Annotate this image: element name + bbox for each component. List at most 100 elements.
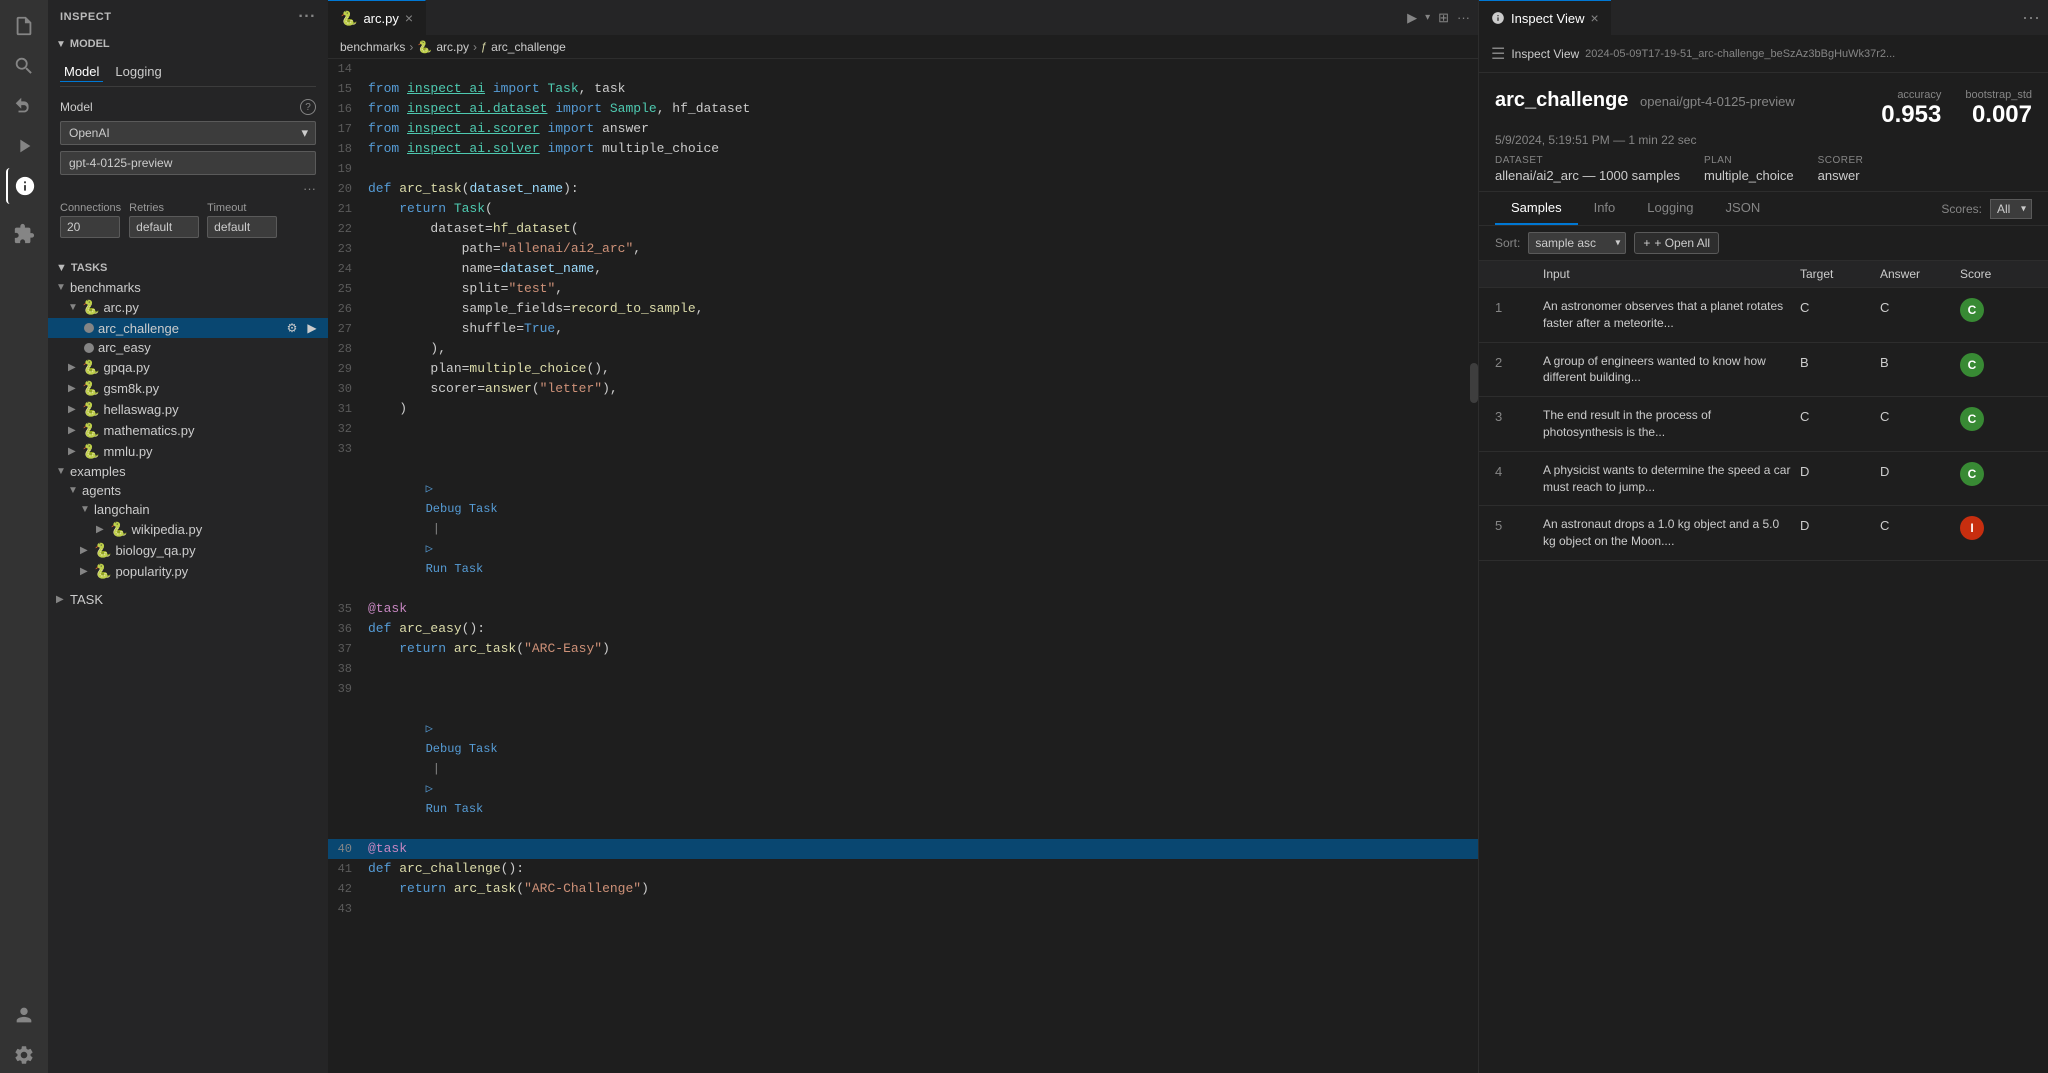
code-line-26: 26 sample_fields=record_to_sample, (328, 299, 1478, 319)
row-score-4: C (1960, 462, 2032, 486)
scores-select-wrapper: All (1990, 199, 2032, 219)
model-info-icon[interactable]: ? (300, 99, 316, 115)
row-input-1: An astronomer observes that a planet rot… (1543, 298, 1800, 332)
inspect-menu-icon[interactable]: ☰ (1491, 44, 1505, 64)
examples-chevron: ▼ (56, 466, 68, 477)
line-num-44: 43 (328, 899, 368, 919)
code-editor[interactable]: 14 15 from inspect_ai import Task, task … (328, 59, 1478, 1073)
tab-arc-py[interactable]: 🐍 arc.py × (328, 0, 426, 36)
wikipedia-chevron: ▶ (96, 524, 108, 535)
table-row[interactable]: 3 The end result in the process of photo… (1479, 397, 2048, 452)
result-tab-logging[interactable]: Logging (1631, 192, 1709, 225)
config-section-title[interactable]: ▼ Model (48, 34, 328, 54)
sidebar-header: INSPECT ··· (48, 0, 328, 34)
connections-row: Connections Retries Timeout (60, 202, 316, 238)
sidebar-item-arc-py[interactable]: ▼ 🐍 arc.py (48, 297, 328, 318)
line-num-15: 15 (328, 79, 368, 99)
code-line-38: 38 (328, 659, 1478, 679)
sidebar-item-examples[interactable]: ▼ examples (48, 462, 328, 481)
line-num-16: 16 (328, 99, 368, 119)
inspect-view-close-icon[interactable]: × (1590, 10, 1598, 26)
breadcrumb-arc-challenge[interactable]: arc_challenge (491, 40, 566, 54)
scores-select[interactable]: All (1990, 199, 2032, 219)
debug-task-link-1[interactable]: Debug Task (426, 502, 498, 516)
line-content-25: split="test", (368, 279, 1462, 299)
sidebar-item-task[interactable]: ▶ TASK (48, 590, 328, 609)
account-icon[interactable] (6, 997, 42, 1033)
sidebar-item-gsm8k[interactable]: ▶ 🐍 gsm8k.py (48, 378, 328, 399)
arc-challenge-config-icon[interactable]: ⚙ (284, 320, 300, 336)
more-dots-icon[interactable]: ··· (303, 181, 316, 196)
table-row[interactable]: 2 A group of engineers wanted to know ho… (1479, 343, 2048, 398)
arc-py-close-icon[interactable]: × (405, 10, 413, 26)
extensions-icon[interactable] (6, 216, 42, 252)
arc-challenge-run-icon[interactable]: ▶ (304, 320, 320, 336)
gpqa-file-icon: 🐍 (82, 359, 99, 376)
model-provider-select[interactable]: OpenAI Anthropic (60, 121, 316, 145)
run-dropdown-icon[interactable]: ▾ (1425, 12, 1430, 23)
table-row[interactable]: 4 A physicist wants to determine the spe… (1479, 452, 2048, 507)
connections-input[interactable] (60, 216, 120, 238)
result-tab-samples[interactable]: Samples (1495, 192, 1578, 225)
breadcrumb-benchmarks[interactable]: benchmarks (340, 40, 405, 54)
line-content-29: plan=multiple_choice(), (368, 359, 1462, 379)
search-icon[interactable] (6, 48, 42, 84)
sidebar-item-hellaswag[interactable]: ▶ 🐍 hellaswag.py (48, 399, 328, 420)
tab-logging[interactable]: Logging (111, 62, 165, 82)
retries-input[interactable] (129, 216, 199, 238)
inspect-view-icon (1491, 11, 1505, 25)
sidebar-item-mathematics[interactable]: ▶ 🐍 mathematics.py (48, 420, 328, 441)
sidebar: INSPECT ··· ▼ Model Model Logging Model … (48, 0, 328, 1073)
tab-model[interactable]: Model (60, 62, 103, 82)
sidebar-item-agents[interactable]: ▼ agents (48, 481, 328, 500)
info-icon[interactable] (6, 168, 42, 204)
timeout-group: Timeout (207, 202, 277, 238)
table-row[interactable]: 1 An astronomer observes that a planet r… (1479, 288, 2048, 343)
line-content-26: sample_fields=record_to_sample, (368, 299, 1462, 319)
sidebar-item-wikipedia[interactable]: ▶ 🐍 wikipedia.py (48, 519, 328, 540)
popularity-file-icon: 🐍 (94, 563, 111, 580)
result-tab-info[interactable]: Info (1578, 192, 1632, 225)
debug-task-link-2[interactable]: Debug Task (426, 742, 498, 756)
inspect-tab-more[interactable]: ··· (2022, 7, 2048, 28)
source-control-icon[interactable] (6, 88, 42, 124)
timeout-input[interactable] (207, 216, 277, 238)
line-content-35: @task (368, 599, 1462, 619)
bootstrap-value: 0.007 (1972, 101, 2032, 129)
sidebar-item-biology-qa[interactable]: ▶ 🐍 biology_qa.py (48, 540, 328, 561)
code-line-20: 20 def arc_task(dataset_name): (328, 179, 1478, 199)
editor-tab-actions: ▶ ▾ ⊞ ··· (1407, 10, 1478, 26)
sidebar-item-popularity[interactable]: ▶ 🐍 popularity.py (48, 561, 328, 582)
hellaswag-label: hellaswag.py (103, 402, 178, 417)
open-all-button[interactable]: + + Open All (1634, 232, 1719, 254)
model-provider-select-wrapper: OpenAI Anthropic (60, 121, 316, 145)
arc-challenge-actions: ⚙ ▶ (284, 320, 320, 336)
sidebar-item-arc-challenge[interactable]: arc_challenge ⚙ ▶ (48, 318, 328, 338)
sort-select[interactable]: sample asc sample desc score asc score d… (1528, 232, 1626, 254)
split-editor-icon[interactable]: ⊞ (1438, 10, 1449, 26)
sidebar-item-benchmarks[interactable]: ▼ benchmarks (48, 278, 328, 297)
table-row[interactable]: 5 An astronaut drops a 1.0 kg object and… (1479, 506, 2048, 561)
result-tab-json[interactable]: JSON (1710, 192, 1777, 225)
sidebar-item-mmlu[interactable]: ▶ 🐍 mmlu.py (48, 441, 328, 462)
model-name-input[interactable] (60, 151, 316, 175)
run-icon[interactable] (6, 128, 42, 164)
tab-inspect-view[interactable]: Inspect View × (1479, 0, 1611, 36)
run-split-icon[interactable]: ▶ (1407, 10, 1417, 26)
line-content-37: return arc_task("ARC-Easy") (368, 639, 1462, 659)
run-task-link-2[interactable]: Run Task (426, 802, 484, 816)
line-num-18: 18 (328, 139, 368, 159)
settings-icon[interactable] (6, 1037, 42, 1073)
sidebar-item-gpqa[interactable]: ▶ 🐍 gpqa.py (48, 357, 328, 378)
editor-scrollbar[interactable] (1470, 363, 1478, 403)
sidebar-item-arc-easy[interactable]: arc_easy (48, 338, 328, 357)
connections-label: Connections (60, 202, 121, 214)
editor-more-icon[interactable]: ··· (1457, 10, 1470, 25)
sidebar-item-langchain[interactable]: ▼ langchain (48, 500, 328, 519)
files-icon[interactable] (6, 8, 42, 44)
run-task-link-1[interactable]: Run Task (426, 562, 484, 576)
plan-key: PLAN (1704, 155, 1794, 166)
breadcrumb-arc-py[interactable]: arc.py (436, 40, 469, 54)
line-content-28: ), (368, 339, 1462, 359)
sidebar-more-icon[interactable]: ··· (298, 8, 316, 26)
